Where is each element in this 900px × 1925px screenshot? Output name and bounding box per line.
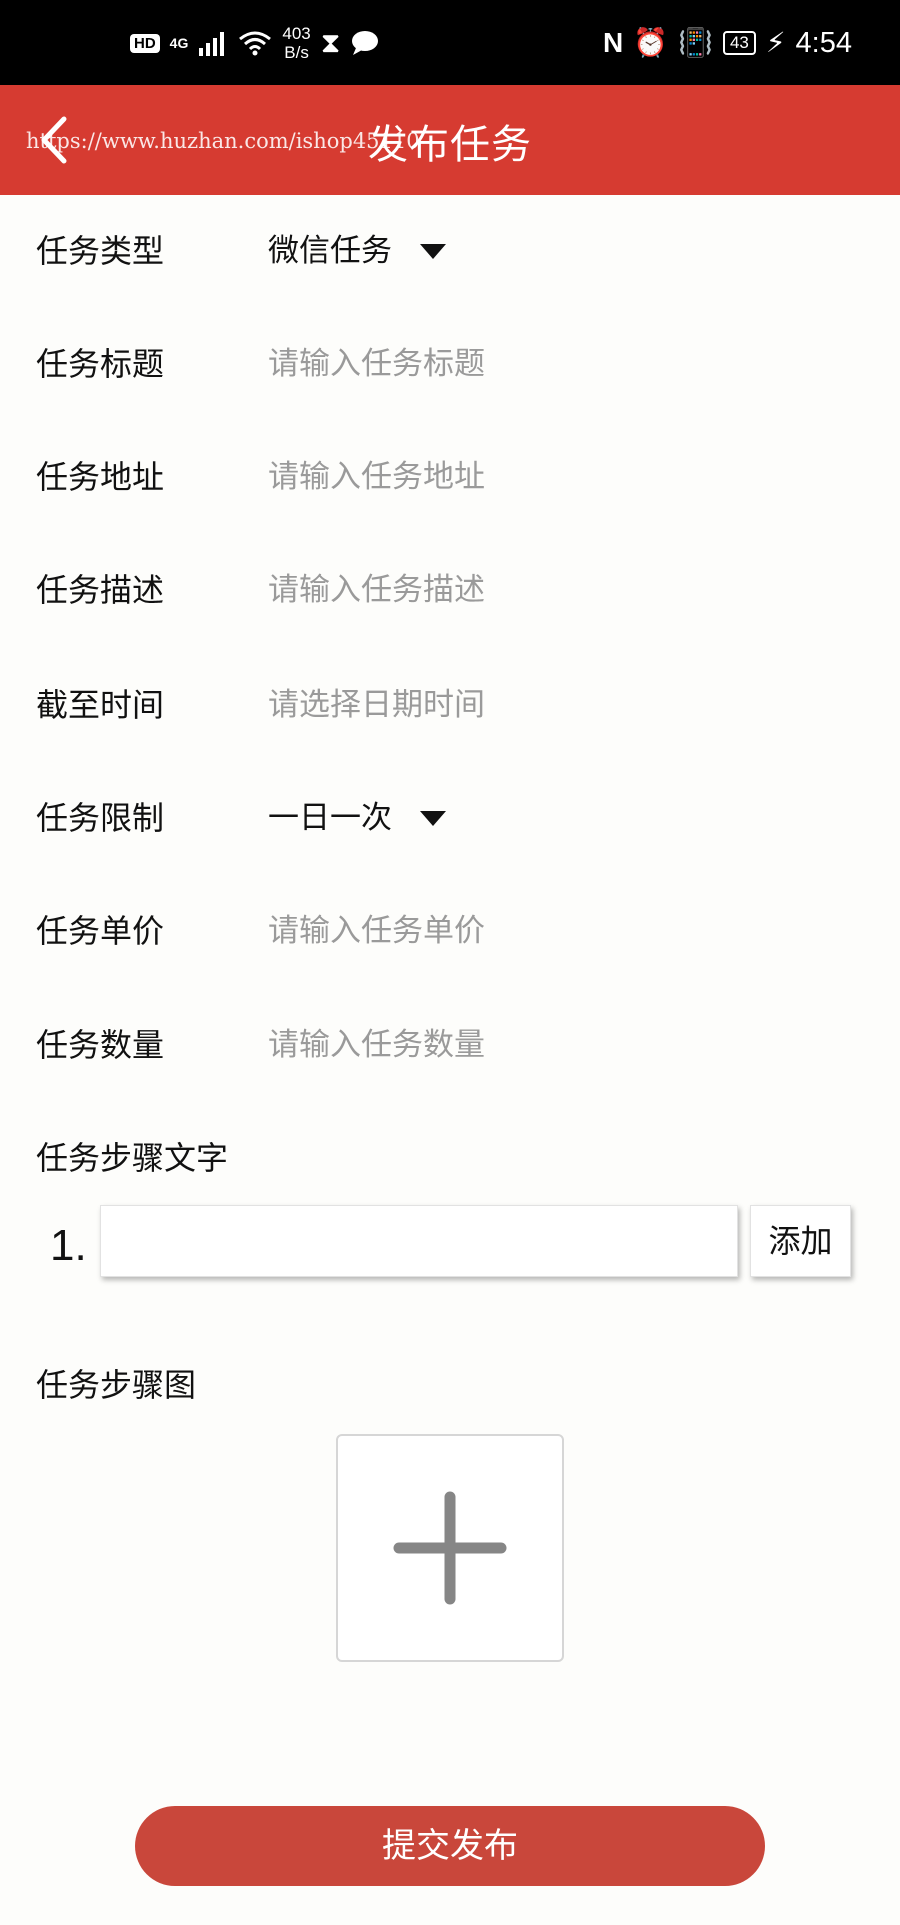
status-bar: HD 4G 403 B/s ⧗ N ⏰ 📳 43 ⚡ 4:54 [0, 0, 900, 85]
unit-price-label: 任务单价 [36, 912, 165, 950]
task-address-row: 任务地址 [0, 442, 900, 512]
task-type-label: 任务类型 [36, 232, 165, 270]
task-address-label: 任务地址 [36, 458, 165, 496]
caret-down-icon [420, 243, 446, 259]
step-image-label: 任务步骤图 [36, 1366, 197, 1404]
app-header: 发布任务 https://www.huzhan.com/ishop45110 [0, 85, 900, 195]
speed-value: 403 [282, 24, 311, 43]
task-type-select[interactable]: 微信任务 [268, 216, 446, 286]
deadline-picker[interactable] [268, 680, 828, 730]
unit-price-input[interactable] [268, 906, 828, 956]
add-step-button[interactable]: 添加 [750, 1205, 851, 1277]
hd-icon: HD [130, 33, 160, 53]
speed-unit: B/s [284, 43, 309, 62]
clock: 4:54 [795, 26, 852, 59]
status-right: N ⏰ 📳 43 ⚡ 4:54 [603, 22, 852, 64]
task-limit-select[interactable]: 一日一次 [268, 783, 446, 853]
task-limit-row[interactable]: 任务限制 一日一次 [0, 783, 900, 853]
unit-price-row: 任务单价 [0, 896, 900, 966]
cell-signal-icon [199, 32, 225, 56]
deadline-label: 截至时间 [36, 686, 165, 724]
quantity-input[interactable] [268, 1020, 828, 1070]
vibrate-icon: 📳 [678, 26, 713, 59]
quantity-label: 任务数量 [36, 1026, 165, 1064]
task-desc-row: 任务描述 [0, 555, 900, 625]
task-desc-label: 任务描述 [36, 571, 165, 609]
step-text-label: 任务步骤文字 [36, 1139, 229, 1177]
image-upload-box[interactable] [336, 1434, 564, 1662]
hourglass-icon: ⧗ [320, 26, 341, 59]
task-title-row: 任务标题 [0, 329, 900, 399]
charging-icon: ⚡ [765, 26, 786, 59]
task-title-label: 任务标题 [36, 345, 165, 383]
deadline-row: 截至时间 [0, 670, 900, 740]
wifi-icon [239, 31, 272, 56]
task-title-input[interactable] [268, 339, 828, 389]
battery-icon: 43 [722, 31, 756, 55]
step-text-input[interactable] [100, 1205, 738, 1277]
chat-bubble-icon [352, 31, 379, 55]
task-limit-label: 任务限制 [36, 799, 165, 837]
submit-button[interactable]: 提交发布 [135, 1806, 765, 1886]
caret-down-icon [420, 810, 446, 826]
status-left: HD 4G 403 B/s ⧗ [130, 22, 380, 64]
task-desc-input[interactable] [268, 565, 828, 615]
task-address-input[interactable] [268, 452, 828, 502]
network-speed: 403 B/s [282, 24, 310, 62]
task-type-row[interactable]: 任务类型 微信任务 [0, 216, 900, 286]
quantity-row: 任务数量 [0, 1010, 900, 1080]
step-number: 1. [50, 1221, 87, 1270]
alarm-icon: ⏰ [633, 26, 669, 59]
task-type-value: 微信任务 [268, 233, 392, 269]
watermark-url: https://www.huzhan.com/ishop45110 [26, 129, 420, 153]
task-limit-value: 一日一次 [268, 800, 392, 836]
plus-icon [393, 1491, 507, 1605]
nfc-icon: N [602, 27, 624, 58]
network-type: 4G [169, 35, 189, 51]
